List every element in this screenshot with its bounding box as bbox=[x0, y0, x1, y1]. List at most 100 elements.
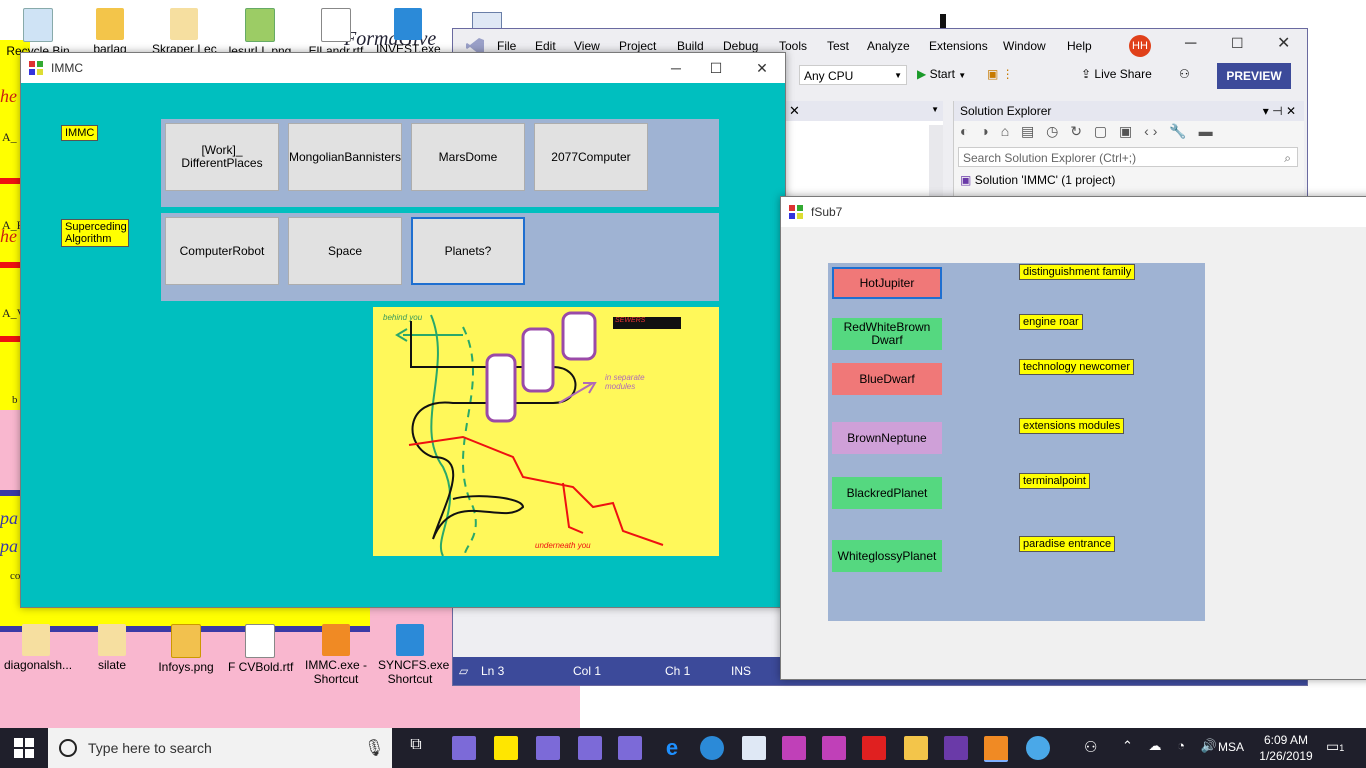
menu-test[interactable]: Test bbox=[827, 39, 849, 53]
live-share-button[interactable]: ⇪ Live Share bbox=[1081, 67, 1152, 81]
immc-titlebar[interactable]: IMMC ─ ☐ ✕ bbox=[21, 53, 785, 83]
toolbar-icons[interactable]: ▣ ⋮ bbox=[987, 67, 1014, 81]
taskbar-app-icon[interactable] bbox=[742, 736, 766, 760]
paint-icon[interactable] bbox=[1026, 736, 1050, 760]
close-button[interactable]: ✕ bbox=[1277, 33, 1290, 53]
close-panel-icon[interactable]: ▾ ⊣ ✕ bbox=[1263, 101, 1296, 121]
folder-icon bbox=[170, 8, 198, 40]
taskbar-search[interactable]: Type here to search 🎙 bbox=[48, 728, 392, 768]
menu-analyze[interactable]: Analyze bbox=[867, 39, 910, 53]
maximize-button[interactable]: ☐ bbox=[701, 57, 731, 79]
fsub7-titlebar[interactable]: fSub7 bbox=[781, 197, 1366, 227]
button-mars-dome[interactable]: MarsDome bbox=[411, 123, 525, 191]
menu-tools[interactable]: Tools bbox=[779, 39, 807, 53]
desktop-icon-folder[interactable]: Skraper Lec bbox=[152, 8, 217, 56]
desktop-icon-syncfs-shortcut[interactable]: SYNCFS.exe - Shortcut bbox=[378, 624, 457, 686]
chevron-down-icon: ▼ bbox=[894, 71, 902, 80]
edge-browser-icon[interactable]: e bbox=[660, 736, 684, 760]
desktop-icon-exe[interactable]: INVEST.exe bbox=[376, 8, 441, 56]
solution-explorer-search[interactable]: Search Solution Explorer (Ctrl+;) ⌕ bbox=[958, 147, 1298, 167]
button-blue-dwarf[interactable]: BlueDwarf bbox=[832, 363, 942, 395]
taskbar-app-icon[interactable] bbox=[618, 736, 642, 760]
input-language[interactable]: MSA bbox=[1218, 740, 1244, 754]
button-2077-computer[interactable]: 2077Computer bbox=[534, 123, 648, 191]
people-icon[interactable]: ⚇ bbox=[1084, 738, 1097, 756]
desktop-icon-png[interactable]: lesurLL.png bbox=[228, 8, 292, 58]
maximize-button[interactable]: ☐ bbox=[1231, 35, 1244, 52]
start-button[interactable]: ▶ Start ▼ bbox=[917, 67, 966, 81]
feedback-icon[interactable]: ⚇ bbox=[1179, 67, 1190, 81]
taskbar-app-icon[interactable] bbox=[782, 736, 806, 760]
wallpaper-red-line bbox=[0, 178, 22, 184]
taskbar-app-icon[interactable] bbox=[822, 736, 846, 760]
menu-edit[interactable]: Edit bbox=[535, 39, 556, 53]
menu-file[interactable]: File bbox=[497, 39, 516, 53]
menu-extensions[interactable]: Extensions bbox=[929, 39, 988, 53]
chevron-down-icon[interactable]: ▼ bbox=[931, 105, 939, 114]
button-work-different-places[interactable]: [Work]_ DifferentPlaces bbox=[165, 123, 279, 191]
label-engine-roar: engine roar bbox=[1019, 314, 1083, 330]
cortana-circle-icon bbox=[59, 739, 77, 757]
wallpaper-text: he bbox=[0, 86, 17, 106]
menu-window[interactable]: Window bbox=[1003, 39, 1046, 53]
menu-build[interactable]: Build bbox=[677, 39, 704, 53]
desktop-icon-png[interactable]: Infoys.png bbox=[154, 624, 218, 674]
solution-explorer-toolbar[interactable]: ◐ ◑ ⌂ ▤ ◷ ↻ ▢ ▣ ‹› 🔧 ▬ bbox=[960, 123, 1217, 140]
folder-icon bbox=[98, 624, 126, 656]
taskbar-app-icon[interactable] bbox=[862, 736, 886, 760]
button-brown-neptune[interactable]: BrownNeptune bbox=[832, 422, 942, 454]
button-space[interactable]: Space bbox=[288, 217, 402, 285]
button-planets[interactable]: Planets? bbox=[411, 217, 525, 285]
taskbar-app-icon[interactable] bbox=[494, 736, 518, 760]
notification-center-icon[interactable]: ▭1 bbox=[1326, 738, 1344, 755]
desktop-icon-rtf[interactable]: ElLandr.rtf bbox=[304, 8, 368, 58]
windows-start-icon[interactable] bbox=[14, 738, 34, 761]
label-superceding-algorithm: Superceding Algorithm bbox=[61, 219, 129, 247]
menu-debug[interactable]: Debug bbox=[723, 39, 758, 53]
task-view-icon[interactable]: ⧉ bbox=[404, 736, 428, 760]
button-red-white-brown-dwarf[interactable]: RedWhiteBrown Dwarf bbox=[832, 318, 942, 350]
desktop-icon-folder[interactable]: barlag bbox=[78, 8, 142, 56]
taskbar: Type here to search 🎙 ⧉ e ⚇ ⌃ ☁ ◔ 🔊 MSA … bbox=[0, 728, 1366, 768]
platform-dropdown[interactable]: Any CPU ▼ bbox=[799, 65, 907, 85]
wallpaper-text: b bbox=[12, 394, 18, 406]
taskbar-app-icon[interactable] bbox=[536, 736, 560, 760]
document-icon bbox=[321, 8, 351, 42]
close-button[interactable]: ✕ bbox=[747, 57, 777, 79]
sketch-image: behind you SEWERS in separate modules un… bbox=[373, 307, 719, 556]
visual-studio-taskbar-icon[interactable] bbox=[944, 736, 968, 760]
image-file-icon bbox=[171, 624, 201, 658]
button-mongolian-bannisters[interactable]: MongolianBannisters bbox=[288, 123, 402, 191]
button-blackred-planet[interactable]: BlackredPlanet bbox=[832, 477, 942, 509]
sketch-text-behind: behind you bbox=[383, 313, 423, 322]
button-whiteglossy-planet[interactable]: WhiteglossyPlanet bbox=[832, 540, 942, 572]
taskbar-app-icon[interactable] bbox=[578, 736, 602, 760]
shortcut-app-icon bbox=[396, 624, 424, 656]
immc-taskbar-icon[interactable] bbox=[984, 736, 1008, 762]
desktop-icon-rtf[interactable]: F CVBold.rtf bbox=[228, 624, 293, 674]
microphone-icon[interactable]: 🎙 bbox=[364, 738, 384, 758]
desktop-icon-folder[interactable]: diagonalsh... bbox=[4, 624, 72, 672]
taskbar-app-icon[interactable] bbox=[452, 736, 476, 760]
label-paradise-entrance: paradise entrance bbox=[1019, 536, 1116, 552]
system-tray-icons[interactable]: ⌃ ☁ ◔ 🔊 bbox=[1122, 738, 1223, 754]
solution-tree-item[interactable]: ▣ Solution 'IMMC' (1 project) bbox=[960, 173, 1115, 187]
minimize-button[interactable]: ─ bbox=[1185, 35, 1196, 53]
status-ins: INS bbox=[731, 664, 752, 678]
menu-project[interactable]: Project bbox=[619, 39, 656, 53]
clock[interactable]: 6:09 AM 1/26/2019 bbox=[1256, 732, 1316, 764]
file-explorer-icon[interactable] bbox=[904, 736, 928, 760]
close-tab-icon[interactable]: ✕ bbox=[789, 103, 800, 119]
desktop-icon-recycle-bin[interactable]: Recycle Bin bbox=[6, 8, 70, 58]
preview-badge[interactable]: PREVIEW bbox=[1217, 63, 1291, 89]
minimize-button[interactable]: ─ bbox=[661, 57, 691, 79]
folder-icon bbox=[96, 8, 124, 40]
menu-view[interactable]: View bbox=[574, 39, 600, 53]
button-computer-robot[interactable]: ComputerRobot bbox=[165, 217, 279, 285]
desktop-icon-folder[interactable]: silate bbox=[80, 624, 144, 672]
button-hot-jupiter[interactable]: HotJupiter bbox=[832, 267, 942, 299]
desktop-icon-immc-shortcut[interactable]: IMMC.exe - Shortcut bbox=[304, 624, 368, 686]
account-avatar[interactable]: HH bbox=[1129, 35, 1151, 57]
menu-help[interactable]: Help bbox=[1067, 39, 1092, 53]
taskbar-app-icon[interactable] bbox=[700, 736, 724, 760]
